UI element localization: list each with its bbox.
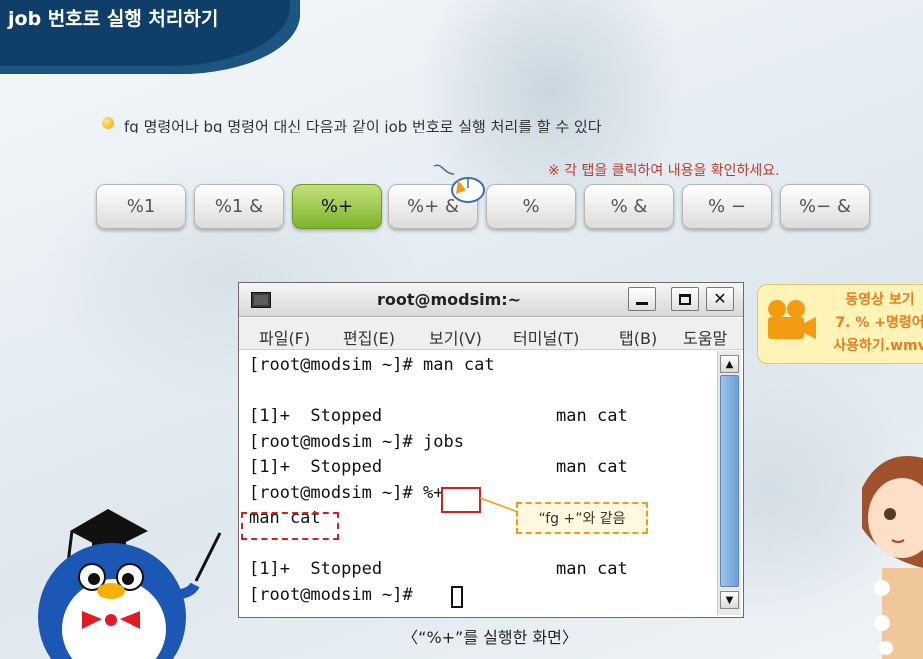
video-label: 동영상 보기 7. % +명령어 사용하기.wmv xyxy=(820,289,923,358)
tab-pct-minus-bg[interactable]: %− & xyxy=(780,184,870,229)
terminal-title: root@modsim:~ xyxy=(376,290,522,309)
bullet-icon xyxy=(102,117,114,129)
page-title: job 번호로 실행 처리하기 xyxy=(8,8,219,30)
video-label-line: 동영상 보기 xyxy=(845,292,915,308)
callout-note: “fg +”와 같음 xyxy=(516,502,648,534)
scroll-down-button[interactable]: ▼ xyxy=(720,591,739,609)
description-text: fg 명령어나 bg 명령어 대신 다음과 같이 job 번호로 실행 처리를 … xyxy=(124,118,602,133)
tab-pct-bg[interactable]: % & xyxy=(584,184,674,229)
highlight-dashed-box xyxy=(241,512,339,540)
scroll-up-button[interactable]: ▲ xyxy=(720,355,739,373)
close-button[interactable]: ✕ xyxy=(706,287,734,311)
tab-pct[interactable]: % xyxy=(486,184,576,229)
tab-pct-minus[interactable]: % − xyxy=(682,184,772,229)
maximize-button[interactable] xyxy=(671,287,699,311)
menu-terminal[interactable]: 터미널(T) xyxy=(513,325,579,349)
minimize-button[interactable] xyxy=(628,287,656,311)
tab-pct-plus[interactable]: %+ xyxy=(292,184,382,229)
arrow-up-icon: ▲ xyxy=(725,358,734,370)
girl-character xyxy=(862,456,923,659)
mouse-icon xyxy=(433,164,485,203)
video-label-line: 사용하기.wmv xyxy=(833,338,923,354)
terminal-line: [1]+ Stopped man cat xyxy=(249,406,628,426)
terminal-output[interactable]: [root@modsim ~]# man cat [1]+ Stopped ma… xyxy=(239,351,715,617)
video-link[interactable]: 동영상 보기 7. % +명령어 사용하기.wmv xyxy=(757,284,923,364)
tab-pct1[interactable]: %1 xyxy=(96,184,186,229)
scrollbar-thumb[interactable] xyxy=(720,375,739,587)
figure-caption: 〈“%+”를 실행한 화면〉 xyxy=(402,628,578,647)
terminal-line: [1]+ Stopped man cat xyxy=(249,457,628,477)
terminal-line: [root@modsim ~]# jobs xyxy=(249,432,464,452)
hint-text: ※ 각 탭을 클릭하여 내용을 확인하세요. xyxy=(548,163,780,179)
terminal-line: [root@modsim ~]# %+ xyxy=(249,483,444,503)
arrow-down-icon: ▼ xyxy=(725,594,734,606)
menu-edit[interactable]: 편집(E) xyxy=(343,325,395,349)
menu-help[interactable]: 도움말 xyxy=(683,325,727,349)
highlight-box xyxy=(441,487,481,513)
title-banner: job 번호로 실행 처리하기 xyxy=(0,0,300,74)
terminal-titlebar: root@modsim:~ ✕ xyxy=(239,283,743,317)
terminal-cursor xyxy=(451,586,463,608)
close-icon: ✕ xyxy=(713,289,727,308)
video-label-line: 7. % +명령어 xyxy=(835,315,923,331)
terminal-line: [root@modsim ~]# xyxy=(249,585,423,605)
terminal-line: [1]+ Stopped man cat xyxy=(249,559,628,579)
minimize-icon xyxy=(636,302,648,305)
terminal-menubar: 파일(F) 편집(E) 보기(V) 터미널(T) 탭(B) 도움말 xyxy=(239,318,743,350)
menu-file[interactable]: 파일(F) xyxy=(259,325,310,349)
terminal-line: [root@modsim ~]# man cat xyxy=(249,355,495,375)
video-camera-icon xyxy=(768,300,816,339)
terminal-window: root@modsim:~ ✕ 파일(F) 편집(E) 보기(V) 터미널(T)… xyxy=(238,282,744,618)
maximize-icon xyxy=(679,293,691,305)
menu-tabs[interactable]: 탭(B) xyxy=(619,325,657,349)
tab-pct1-bg[interactable]: %1 & xyxy=(194,184,284,229)
penguin-mascot xyxy=(38,509,222,659)
menu-view[interactable]: 보기(V) xyxy=(429,325,482,349)
terminal-scrollbar[interactable]: ▲ ▼ xyxy=(717,351,741,615)
